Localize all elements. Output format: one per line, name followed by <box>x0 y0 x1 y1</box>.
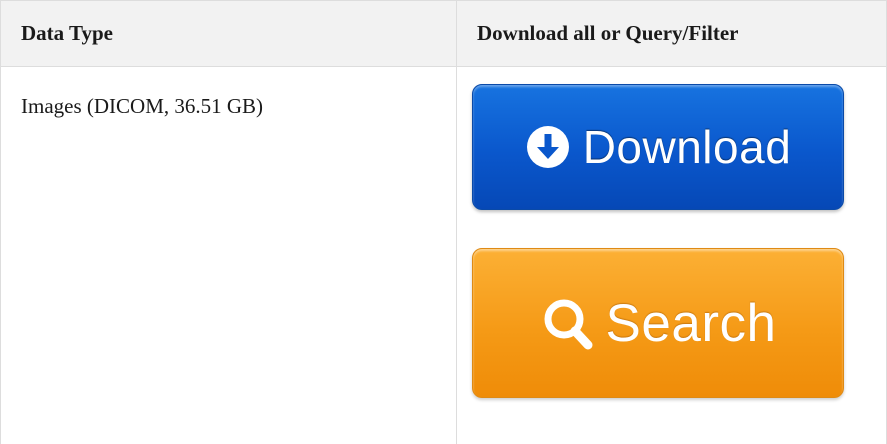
column-header-download-query: Download all or Query/Filter <box>456 0 887 67</box>
download-button-label: Download <box>582 121 792 173</box>
circle-arrow-down-icon <box>525 124 571 170</box>
column-header-data-type: Data Type <box>0 0 457 67</box>
search-button-label: Search <box>605 293 777 353</box>
action-cell: Download Search <box>456 66 887 444</box>
magnifier-icon <box>540 295 594 351</box>
data-download-table: Data Type Download all or Query/Filter I… <box>0 0 887 444</box>
table-row: Images (DICOM, 36.51 GB) Download Search <box>0 66 887 444</box>
table-header-row: Data Type Download all or Query/Filter <box>0 0 887 67</box>
search-button[interactable]: Search <box>472 248 844 398</box>
data-type-cell: Images (DICOM, 36.51 GB) <box>0 66 457 444</box>
download-button[interactable]: Download <box>472 84 844 210</box>
